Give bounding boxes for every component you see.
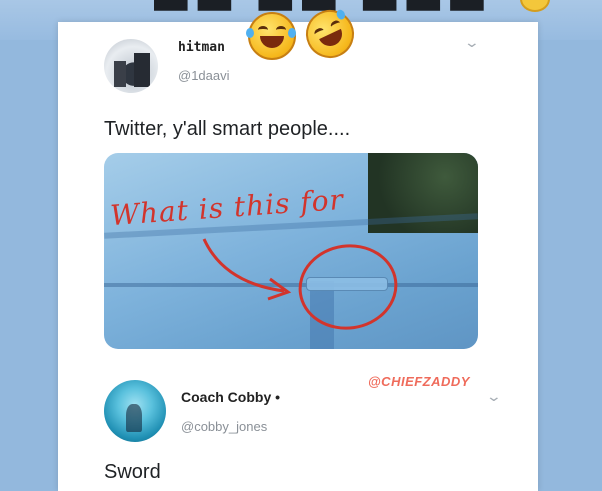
author-handle[interactable]: @1daavi (178, 68, 230, 83)
reply-chevron-down-icon[interactable]: ⌄ (486, 388, 502, 405)
chevron-down-icon[interactable]: ⌄ (464, 34, 480, 51)
tweet-text: Twitter, y'all smart people.... (104, 118, 351, 140)
avatar[interactable] (104, 39, 158, 93)
reply-avatar[interactable] (104, 380, 166, 442)
watermark: @CHIEFZADDY (368, 374, 470, 389)
reply-author-name[interactable]: Coach Cobby • (181, 389, 280, 405)
annotation-circle (298, 244, 398, 330)
tweet-card: hitman @1daavi ⌄ Twitter, y'all smart pe… (58, 22, 538, 491)
face-with-tears-of-joy-icon (246, 12, 296, 60)
reply-text: Sword (104, 461, 161, 483)
annotation-arrow-line (202, 238, 285, 293)
tweet-photo[interactable]: What is this for (104, 153, 478, 349)
reply-author-handle[interactable]: @cobby_jones (181, 419, 267, 434)
annotation-marks (202, 238, 398, 330)
author-name[interactable]: hitman (178, 40, 225, 55)
